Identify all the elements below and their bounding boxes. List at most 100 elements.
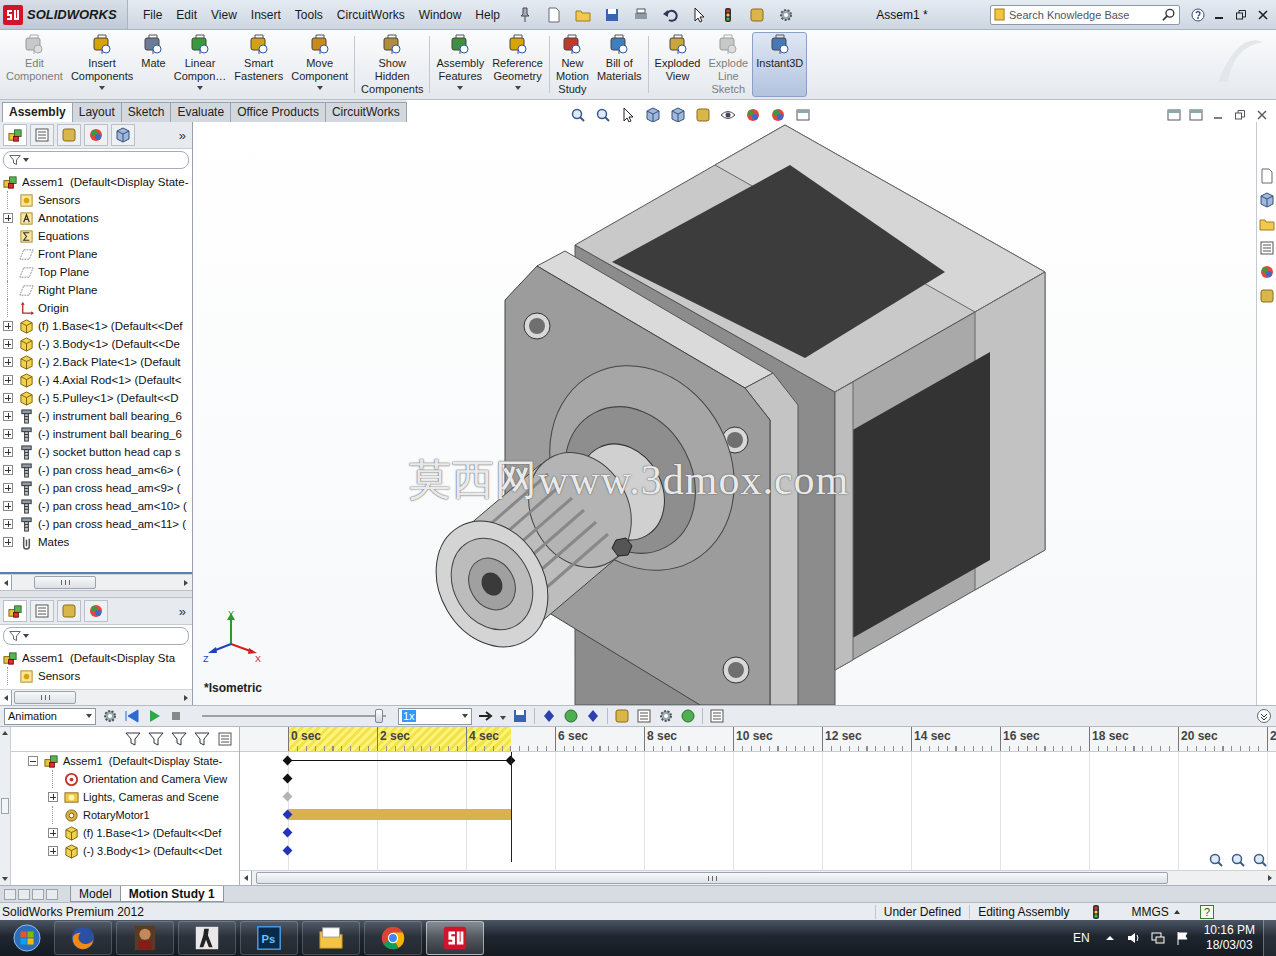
tree-filter[interactable] bbox=[3, 627, 189, 645]
tile-icon[interactable] bbox=[1166, 107, 1182, 123]
expand-toggle[interactable] bbox=[28, 756, 38, 766]
playback-speed-slider[interactable] bbox=[202, 708, 386, 724]
motion-tree-item[interactable]: Assem1 (Default<Display State- bbox=[11, 752, 239, 770]
tree-item[interactable]: Right Plane bbox=[0, 281, 192, 299]
next-tab-icon[interactable] bbox=[32, 889, 44, 900]
start-button[interactable] bbox=[0, 924, 54, 952]
command-button[interactable]: NewMotionStudy bbox=[552, 32, 593, 97]
command-tab[interactable]: Layout bbox=[72, 102, 122, 122]
command-button[interactable]: Mate bbox=[137, 32, 169, 97]
expand-toggle[interactable] bbox=[3, 411, 13, 421]
vertical-scrollbar[interactable] bbox=[0, 727, 11, 885]
filter-animating-icon[interactable] bbox=[125, 731, 141, 747]
tree-item[interactable]: (-) 3.Body<1> (Default<<De bbox=[0, 335, 192, 353]
rebuild-status-icon[interactable] bbox=[1088, 904, 1104, 920]
menu-item[interactable]: Insert bbox=[244, 6, 288, 24]
menu-item[interactable]: Window bbox=[412, 6, 469, 24]
minimize-button[interactable] bbox=[1210, 7, 1228, 23]
display-manager-icon[interactable] bbox=[88, 603, 104, 619]
first-tab-icon[interactable] bbox=[4, 889, 16, 900]
timeline-tracks[interactable] bbox=[240, 752, 1276, 870]
timeline[interactable]: 0 sec2 sec4 sec6 sec8 sec10 sec12 sec14 … bbox=[240, 727, 1276, 885]
show-desktop-button[interactable] bbox=[1263, 920, 1276, 956]
globe-icon[interactable] bbox=[770, 107, 786, 123]
expand-toggle[interactable] bbox=[48, 792, 58, 802]
timeline-track[interactable] bbox=[240, 824, 1276, 842]
options-icon[interactable] bbox=[778, 7, 794, 23]
playback-mode-icon[interactable] bbox=[478, 708, 494, 724]
document-tab[interactable]: Motion Study 1 bbox=[120, 886, 224, 902]
split-icon[interactable] bbox=[1188, 107, 1204, 123]
property-manager-icon[interactable] bbox=[34, 603, 50, 619]
timeline-track[interactable] bbox=[240, 842, 1276, 860]
more-tabs-button[interactable]: » bbox=[179, 128, 189, 143]
expand-toggle[interactable] bbox=[3, 537, 13, 547]
network-icon[interactable] bbox=[1150, 930, 1166, 946]
tree-item[interactable]: Top Plane bbox=[0, 263, 192, 281]
dropdown-arrow-icon[interactable] bbox=[515, 86, 521, 90]
timeline-track[interactable] bbox=[240, 770, 1276, 788]
taskbar-app[interactable] bbox=[178, 921, 236, 955]
timeline-track[interactable] bbox=[240, 752, 1276, 770]
expand-toggle[interactable] bbox=[3, 429, 13, 439]
expand-toggle[interactable] bbox=[3, 339, 13, 349]
tree-item[interactable]: Assem1 (Default<Display Sta bbox=[0, 649, 192, 667]
taskbar-app[interactable] bbox=[116, 921, 174, 955]
configuration-manager-icon[interactable] bbox=[61, 603, 77, 619]
expand-toggle[interactable] bbox=[3, 483, 13, 493]
horizontal-scrollbar[interactable] bbox=[0, 574, 192, 590]
command-tab[interactable]: Assembly bbox=[2, 102, 73, 122]
command-tab[interactable]: CircuitWorks bbox=[325, 102, 407, 122]
zoom-icon[interactable] bbox=[570, 107, 586, 123]
close-button[interactable] bbox=[1254, 7, 1272, 23]
manager-tab[interactable] bbox=[111, 124, 135, 146]
show-hidden-icons-icon[interactable] bbox=[1102, 930, 1118, 946]
study-type-dropdown[interactable]: Animation bbox=[4, 708, 96, 725]
new-document-icon[interactable] bbox=[546, 7, 562, 23]
command-tab[interactable]: Office Products bbox=[230, 102, 326, 122]
solidworks-logo[interactable]: SOLIDWORKS bbox=[0, 0, 128, 29]
taskbar-app[interactable]: Ps bbox=[240, 921, 298, 955]
menu-item[interactable]: Tools bbox=[288, 6, 330, 24]
configuration-manager-icon[interactable] bbox=[61, 127, 77, 143]
property-manager-icon[interactable] bbox=[34, 127, 50, 143]
play-icon[interactable] bbox=[146, 708, 162, 724]
command-button[interactable]: ExplodedView bbox=[651, 32, 705, 97]
tree-item[interactable]: Front Plane bbox=[0, 245, 192, 263]
expand-toggle[interactable] bbox=[48, 846, 58, 856]
box-icon[interactable] bbox=[695, 107, 711, 123]
rebuild-icon[interactable] bbox=[720, 7, 736, 23]
tree-item[interactable]: (-) pan cross head_am<11> ( bbox=[0, 515, 192, 533]
command-button[interactable]: Instant3D bbox=[752, 32, 807, 97]
restore-document-button[interactable] bbox=[1232, 107, 1248, 123]
save-animation-icon[interactable] bbox=[512, 708, 528, 724]
motion-tree-item[interactable]: Lights, Cameras and Scene bbox=[11, 788, 239, 806]
tree-item[interactable]: Annotations bbox=[0, 209, 192, 227]
scroll-thumb[interactable] bbox=[34, 576, 96, 589]
dropdown-arrow-icon[interactable] bbox=[197, 86, 203, 90]
command-button[interactable]: ShowHiddenComponents bbox=[357, 32, 427, 97]
manager-tab[interactable] bbox=[84, 600, 108, 622]
view-palette-icon[interactable] bbox=[1259, 240, 1275, 256]
search-field[interactable]: Search Knowledge Base bbox=[990, 5, 1180, 25]
timeline-ruler[interactable]: 0 sec2 sec4 sec6 sec8 sec10 sec12 sec14 … bbox=[240, 727, 1276, 752]
tree-item[interactable]: Mates bbox=[0, 533, 192, 551]
add-key-icon[interactable] bbox=[585, 708, 601, 724]
cube-icon[interactable] bbox=[670, 107, 686, 123]
timeline-track[interactable] bbox=[240, 806, 1276, 824]
tree-item[interactable]: (-) 4.Axial Rod<1> (Default< bbox=[0, 371, 192, 389]
scroll-right-icon[interactable] bbox=[180, 690, 192, 705]
command-button[interactable]: EditComponent bbox=[2, 32, 67, 97]
tree-item[interactable]: Assem1 (Default<Display State- bbox=[0, 173, 192, 191]
graphics-area[interactable]: 莫西网www.3dmox.com YZX *Isometric bbox=[193, 122, 1256, 705]
expand-toggle[interactable] bbox=[3, 375, 13, 385]
expand-toggle[interactable] bbox=[3, 393, 13, 403]
open-folder-icon[interactable] bbox=[575, 7, 591, 23]
motion-tree-item[interactable]: RotaryMotor1 bbox=[11, 806, 239, 824]
menu-item[interactable]: View bbox=[204, 6, 244, 24]
file-explorer-icon[interactable] bbox=[1259, 216, 1275, 232]
undo-icon[interactable] bbox=[662, 7, 678, 23]
globe-icon[interactable] bbox=[745, 107, 761, 123]
results-icon[interactable] bbox=[709, 708, 725, 724]
stop-icon[interactable] bbox=[168, 708, 184, 724]
